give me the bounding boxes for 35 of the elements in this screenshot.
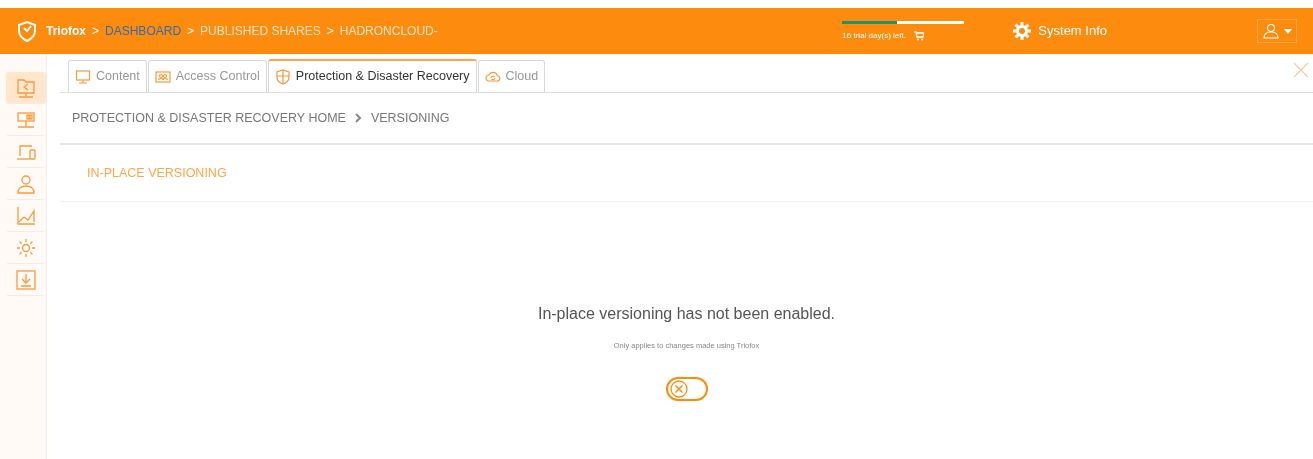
breadcrumb-link[interactable]: DASHBOARD (105, 22, 182, 40)
status-message: In-place versioning has not been enabled. (537, 304, 836, 324)
people-icon (154, 68, 171, 85)
monitor-icon (75, 68, 91, 85)
download-icon (15, 268, 37, 291)
chart-icon (15, 204, 37, 227)
system-info-link[interactable]: System Info (1012, 21, 1107, 41)
close-icon (669, 380, 688, 399)
shield-logo-icon (16, 20, 38, 42)
user-menu-button[interactable] (1257, 19, 1297, 43)
close-icon[interactable] (1293, 62, 1309, 78)
breadcrumb-link[interactable]: HADRONCLOUD- (339, 22, 438, 40)
sidebar-item[interactable] (6, 72, 46, 104)
shared-folder-icon (15, 76, 37, 99)
breadcrumb-separator: > (326, 23, 334, 40)
breadcrumb-link[interactable]: PUBLISHED SHARES (200, 22, 321, 40)
caret-icon (1284, 28, 1292, 34)
shield-icon (274, 68, 291, 85)
breadcrumb-current: VERSIONING (370, 109, 450, 127)
toggle-switch[interactable] (665, 377, 708, 402)
section-title: IN-PLACE VERSIONING (87, 164, 227, 182)
breadcrumb-link[interactable]: PROTECTION & DISASTER RECOVERY HOME (72, 108, 346, 128)
breadcrumb-separator: > (92, 23, 100, 40)
tab[interactable]: Access Control (147, 60, 267, 92)
cart-icon[interactable] (913, 30, 924, 41)
gear-icon (1012, 21, 1033, 41)
breadcrumb-separator: > (187, 23, 195, 40)
chevron-right-icon (354, 113, 362, 123)
user-icon (15, 172, 37, 195)
trial-days-text: 16 trial day(s) left. (842, 29, 906, 42)
user-icon (1262, 22, 1280, 40)
tab[interactable]: Protection & Disaster Recovery (267, 59, 477, 92)
brand-name[interactable]: Triofox (46, 22, 86, 40)
tab[interactable]: Cloud (477, 60, 546, 92)
tab[interactable]: Content (68, 60, 147, 92)
